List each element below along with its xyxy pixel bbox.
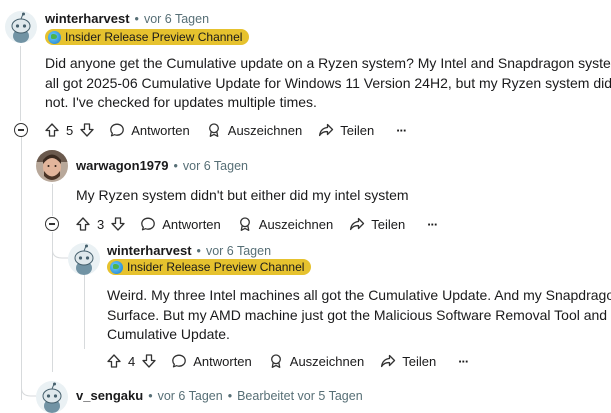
snoo-avatar-icon xyxy=(36,381,68,413)
comment-username[interactable]: winterharvest xyxy=(45,11,130,26)
comment-body-line: Did anyone get the Cumulative update on … xyxy=(45,55,611,71)
reply-button[interactable]: Antworten xyxy=(140,216,221,232)
separator-dot: • xyxy=(173,158,178,173)
separator-dot: • xyxy=(227,388,233,403)
upvote-arrow-icon xyxy=(45,123,59,137)
vote-count: 4 xyxy=(128,353,136,369)
comment-body-line: My Ryzen system didn't but either did my… xyxy=(76,187,409,203)
comment-body-line: all got 2025-06 Cumulative Update for Wi… xyxy=(45,74,611,91)
comment-timestamp[interactable]: vor 6 Tagen xyxy=(158,389,223,403)
avatar[interactable] xyxy=(68,243,100,275)
comment-timestamp[interactable]: vor 6 Tagen xyxy=(144,12,209,26)
avatar[interactable] xyxy=(36,381,68,413)
share-arrow-icon xyxy=(350,217,365,231)
more-options-button[interactable]: ··· xyxy=(396,122,407,138)
more-options-button[interactable]: ··· xyxy=(427,216,438,232)
comment-username[interactable]: winterharvest xyxy=(107,243,192,258)
reply-button[interactable]: Antworten xyxy=(109,122,190,138)
award-button[interactable]: Auszeichnen xyxy=(268,353,364,369)
award-icon xyxy=(270,354,281,368)
avatar[interactable] xyxy=(36,150,68,182)
comment-timestamp[interactable]: vor 6 Tagen xyxy=(206,244,271,258)
downvote-arrow-icon xyxy=(111,217,125,231)
comment-bubble-icon xyxy=(172,354,187,368)
upvote-arrow-icon xyxy=(107,354,121,368)
flair-label: Insider Release Preview Channel xyxy=(65,30,243,44)
user-flair: Insider Release Preview Channel xyxy=(45,29,250,45)
share-button[interactable]: Teilen xyxy=(380,353,436,369)
upvote-arrow-icon xyxy=(76,217,90,231)
upvote-button[interactable] xyxy=(106,353,122,369)
reply-label: Antworten xyxy=(131,122,190,138)
globe-icon xyxy=(48,30,61,44)
thread-line xyxy=(52,184,53,216)
comment-action-bar: 4 Antworten Auszeichnen Teilen ··· xyxy=(106,352,469,370)
separator-dot: • xyxy=(196,243,201,258)
reply-label: Antworten xyxy=(162,216,221,232)
share-button[interactable]: Teilen xyxy=(318,122,374,138)
comment-action-bar: 5 Antworten Auszeichnen Teilen ··· xyxy=(44,121,407,139)
share-button[interactable]: Teilen xyxy=(349,216,405,232)
reply-button[interactable]: Antworten xyxy=(171,353,252,369)
comment-username[interactable]: v_sengaku xyxy=(76,388,143,403)
separator-dot: • xyxy=(148,388,153,403)
comment-username[interactable]: warwagon1979 xyxy=(76,158,169,173)
more-options-button[interactable]: ··· xyxy=(458,353,469,369)
comment-body-line: Weird. My three Intel machines all got t… xyxy=(107,287,611,303)
comment-bubble-icon xyxy=(141,217,156,231)
separator-dot: • xyxy=(134,11,139,26)
share-label: Teilen xyxy=(340,122,375,138)
comment-body: Weird. My three Intel machines all got t… xyxy=(107,286,611,345)
thread-line xyxy=(21,137,22,400)
upvote-button[interactable] xyxy=(75,216,91,232)
award-icon xyxy=(239,217,250,231)
thread-line xyxy=(20,46,21,121)
award-icon xyxy=(208,123,219,137)
downvote-button[interactable] xyxy=(79,122,95,138)
user-flair: Insider Release Preview Channel xyxy=(107,259,312,275)
avatar[interactable] xyxy=(5,11,37,43)
edited-label: Bearbeitet vor 5 Tagen xyxy=(237,388,363,403)
award-label: Auszeichnen xyxy=(227,122,303,138)
thread-line xyxy=(84,274,85,349)
share-label: Teilen xyxy=(371,216,406,232)
user-photo-avatar-icon xyxy=(36,150,68,182)
upvote-button[interactable] xyxy=(44,122,60,138)
comment-body: Did anyone get the Cumulative update on … xyxy=(45,54,611,113)
downvote-arrow-icon xyxy=(142,354,156,368)
vote-count: 3 xyxy=(97,216,105,232)
award-label: Auszeichnen xyxy=(258,216,334,232)
award-label: Auszeichnen xyxy=(289,353,365,369)
downvote-button[interactable] xyxy=(141,353,157,369)
snoo-avatar-icon xyxy=(68,243,100,275)
collapse-thread-button[interactable] xyxy=(14,123,28,137)
comment-body-line: Cumulative Update. xyxy=(107,326,230,342)
more-options-icon: ··· xyxy=(396,122,407,138)
flair-label: Insider Release Preview Channel xyxy=(127,260,305,274)
comment-body-line: not. I've checked for updates multiple t… xyxy=(45,94,317,110)
snoo-avatar-icon xyxy=(5,11,37,43)
share-label: Teilen xyxy=(402,353,437,369)
collapse-thread-button[interactable] xyxy=(45,217,59,231)
more-options-icon: ··· xyxy=(427,216,438,232)
comment-body-line: Surface. But my AMD machine just got the… xyxy=(107,306,611,323)
share-arrow-icon xyxy=(381,354,396,368)
reply-label: Antworten xyxy=(193,353,252,369)
comment-bubble-icon xyxy=(110,123,125,137)
comment-timestamp[interactable]: vor 6 Tagen xyxy=(183,159,248,173)
more-options-icon: ··· xyxy=(458,353,469,369)
comment-body: My Ryzen system didn't but either did my… xyxy=(76,186,596,206)
vote-count: 5 xyxy=(66,122,74,138)
award-button[interactable]: Auszeichnen xyxy=(237,216,333,232)
globe-icon xyxy=(110,260,123,274)
downvote-arrow-icon xyxy=(80,123,94,137)
downvote-button[interactable] xyxy=(110,216,126,232)
award-button[interactable]: Auszeichnen xyxy=(206,122,302,138)
comment-action-bar: 3 Antworten Auszeichnen Teilen ··· xyxy=(75,215,438,233)
share-arrow-icon xyxy=(319,123,334,137)
